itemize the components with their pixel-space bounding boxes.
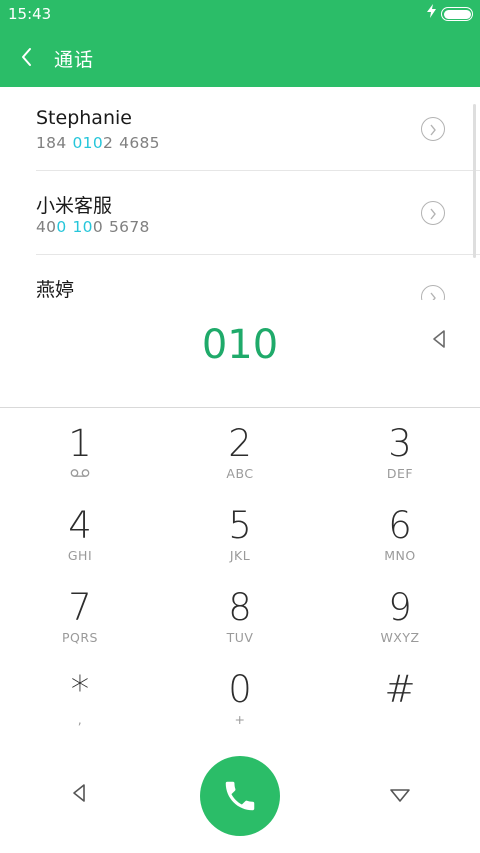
contact-detail-icon[interactable] — [421, 201, 445, 225]
key-star[interactable]: * , — [0, 656, 160, 738]
key-digit: 6 — [388, 504, 412, 547]
key-letters: ABC — [226, 466, 254, 481]
key-4[interactable]: 4 GHI — [0, 492, 160, 574]
key-letters: WXYZ — [380, 630, 420, 645]
scrollbar[interactable] — [473, 104, 476, 258]
dialed-number: 010 — [201, 322, 279, 368]
key-9[interactable]: 9 WXYZ — [320, 574, 480, 656]
list-item[interactable]: Stephanie 184 0102 4685 — [0, 87, 480, 171]
contact-name: Stephanie — [36, 107, 132, 129]
list-item[interactable]: 小米客服 400 100 5678 — [0, 171, 480, 255]
bottom-bar — [0, 745, 480, 853]
dial-display: 010 — [0, 300, 480, 408]
key-0[interactable]: 0 + — [160, 656, 320, 738]
contact-suggestion-list[interactable]: Stephanie 184 0102 4685 小米客服 400 100 5678 燕婷 — [0, 87, 480, 300]
key-8[interactable]: 8 TUV — [160, 574, 320, 656]
key-digit: # — [384, 668, 416, 711]
triangle-down-icon[interactable] — [388, 786, 412, 806]
key-letters: PQRS — [62, 630, 98, 645]
key-letters: GHI — [67, 548, 93, 563]
contact-number: 400 100 5678 — [36, 218, 150, 236]
chevron-left-icon[interactable] — [18, 44, 40, 70]
key-6[interactable]: 6 MNO — [320, 492, 480, 574]
key-digit: 9 — [388, 586, 412, 629]
app-bar: 通话 — [0, 28, 480, 87]
voicemail-icon — [70, 469, 90, 477]
key-digit: 4 — [68, 504, 92, 547]
key-letters: JKL — [229, 548, 251, 563]
contact-name: 燕婷 — [36, 279, 75, 300]
key-2[interactable]: 2 ABC — [160, 410, 320, 492]
key-digit: 3 — [388, 422, 412, 465]
key-letters: + — [234, 712, 246, 727]
key-letters: MNO — [384, 548, 416, 563]
contact-number: 184 0102 4685 — [36, 134, 160, 152]
key-letters: , — [77, 712, 83, 727]
key-letters: TUV — [226, 630, 254, 645]
key-digit: 2 — [228, 422, 252, 465]
key-digit: 5 — [228, 504, 252, 547]
key-digit: 0 — [228, 668, 252, 711]
key-5[interactable]: 5 JKL — [160, 492, 320, 574]
key-letters: DEF — [386, 466, 414, 481]
triangle-left-icon[interactable] — [70, 782, 90, 804]
key-digit: * — [70, 668, 90, 711]
list-item[interactable]: 燕婷 — [0, 255, 480, 300]
key-7[interactable]: 7 PQRS — [0, 574, 160, 656]
page-title: 通话 — [54, 49, 95, 71]
key-hash[interactable]: # — [320, 656, 480, 738]
lightning-bolt-icon — [427, 4, 436, 22]
key-digit: 7 — [68, 586, 92, 629]
backspace-triangle-icon[interactable] — [430, 328, 450, 350]
contact-detail-icon[interactable] — [421, 285, 445, 300]
contact-detail-icon[interactable] — [421, 117, 445, 141]
key-3[interactable]: 3 DEF — [320, 410, 480, 492]
key-digit: 8 — [228, 586, 252, 629]
key-1[interactable]: 1 — [0, 410, 160, 492]
status-time: 15:43 — [8, 5, 52, 23]
call-button[interactable] — [200, 756, 280, 836]
key-digit: 1 — [68, 422, 92, 465]
contact-name: 小米客服 — [36, 195, 113, 217]
battery-icon — [441, 7, 473, 21]
status-bar: 15:43 — [0, 0, 480, 28]
phone-handset-icon — [225, 781, 255, 811]
